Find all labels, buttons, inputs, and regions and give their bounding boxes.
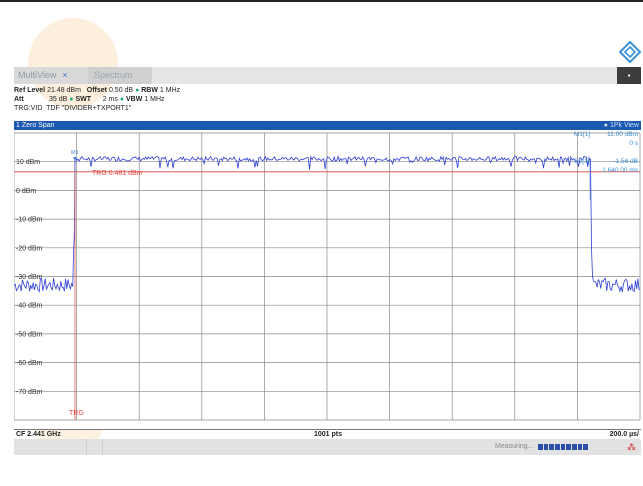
coupled-dot-icon: ●	[135, 87, 140, 94]
y-tick-label: -20 dBm	[16, 245, 43, 252]
progress-segment	[560, 444, 566, 450]
marker-readout-value: 0 s	[629, 140, 638, 147]
y-tick-label: -40 dBm	[16, 303, 43, 310]
tab-bar: MultiView × Spectrum ▪	[14, 67, 641, 84]
coupled-dot-icon: ●	[69, 96, 74, 103]
close-icon[interactable]: ×	[62, 70, 67, 80]
plot-area: 10 dBm 0 dBm -10 dBm -20 dBm -30 dBm -40 dBm -…	[13, 131, 641, 421]
sweep-points: 1001 pts	[314, 431, 343, 438]
progress-segment	[566, 444, 572, 450]
progress-segment	[572, 444, 577, 450]
ref-level-value: 21.48 dBm	[47, 87, 81, 94]
trigger-time-label: TRG	[69, 410, 84, 417]
marker-readout-value: 1.640 00 ms	[602, 167, 639, 174]
vbw-value: 1 MHz	[144, 96, 165, 103]
menu-button[interactable]: ▪	[617, 67, 641, 84]
trigger-level-label: TRG 6.481 dBm	[92, 170, 143, 177]
progress-segment	[543, 444, 549, 450]
progress-segment	[549, 444, 555, 450]
y-tick-label: -50 dBm	[16, 331, 43, 338]
tab-spectrum-label: Spectrum	[94, 70, 133, 80]
vbw-label: VBW	[126, 96, 143, 103]
offset-value: 0.50 dB	[108, 87, 134, 94]
tab-spectrum[interactable]: Spectrum	[88, 67, 152, 84]
y-tick-label: -10 dBm	[16, 217, 43, 224]
att-label: Att	[14, 96, 24, 103]
y-tick-label: 10 dBm	[16, 159, 40, 166]
rbw-value: 1 MHz	[159, 87, 181, 94]
trace-1	[13, 155, 640, 293]
trigger-settings: TRG:VID TDF "DIVIDER+TXPORT1"	[14, 105, 132, 112]
diagram-title: 1 Zero Span	[16, 122, 55, 129]
tab-multiview-label: MultiView	[18, 70, 57, 80]
y-tick-label: -70 dBm	[16, 389, 43, 396]
y-tick-label: -30 dBm	[16, 274, 43, 281]
tab-multiview[interactable]: MultiView ×	[14, 67, 88, 84]
marker-readout-name: M1[1]	[574, 131, 590, 138]
menu-icon: ▪	[627, 71, 631, 80]
status-bar: Measuring... ⁂	[14, 439, 641, 455]
marker-readout-name: D2[1]	[574, 158, 590, 165]
swt-value: 2 ms	[102, 96, 118, 103]
y-tick-label: -60 dBm	[16, 360, 43, 367]
marker-m1-label: M1	[71, 150, 79, 156]
marker-readout-value: 11.00 dBm	[607, 131, 638, 138]
progress-segment	[583, 444, 589, 450]
diagram-footer: CF 2.441 GHz 1001 pts 200.0 µs/	[14, 429, 641, 439]
progress-segment	[577, 444, 583, 450]
center-frequency: CF 2.441 GHz	[16, 431, 61, 438]
swt-label: SWT	[75, 96, 92, 103]
measurement-screen[interactable]: 10 dBm 0 dBm -10 dBm -20 dBm -30 dBm -40 dBm -…	[13, 130, 641, 430]
offset-label: Offset	[86, 87, 108, 94]
network-icon[interactable]: ⁂	[627, 439, 636, 455]
ref-level-label: Ref Level	[14, 87, 46, 94]
top-border	[0, 0, 643, 2]
y-tick-label: 0 dBm	[16, 188, 36, 195]
trace-label: ● 1Pk View	[603, 122, 639, 129]
rbw-label: RBW	[141, 87, 158, 94]
att-value: 35 dB	[49, 96, 68, 103]
marker-readout-value: -1.56 dB	[613, 158, 638, 165]
divider	[86, 439, 87, 455]
settings-panel[interactable]: Ref Level 21.48 dBm Offset 0.50 dB ● RBW…	[14, 86, 180, 113]
measuring-progress	[538, 444, 589, 450]
time-per-division: 200.0 µs/	[609, 431, 639, 438]
diagram-title-bar[interactable]: 1 Zero Span ● 1Pk View	[14, 121, 641, 130]
measuring-status: Measuring...	[495, 443, 534, 450]
rohde-logo-icon	[619, 41, 641, 63]
progress-segment	[538, 444, 543, 450]
progress-segment	[555, 444, 560, 450]
divider	[102, 439, 103, 455]
coupled-dot-icon: ●	[119, 96, 125, 103]
